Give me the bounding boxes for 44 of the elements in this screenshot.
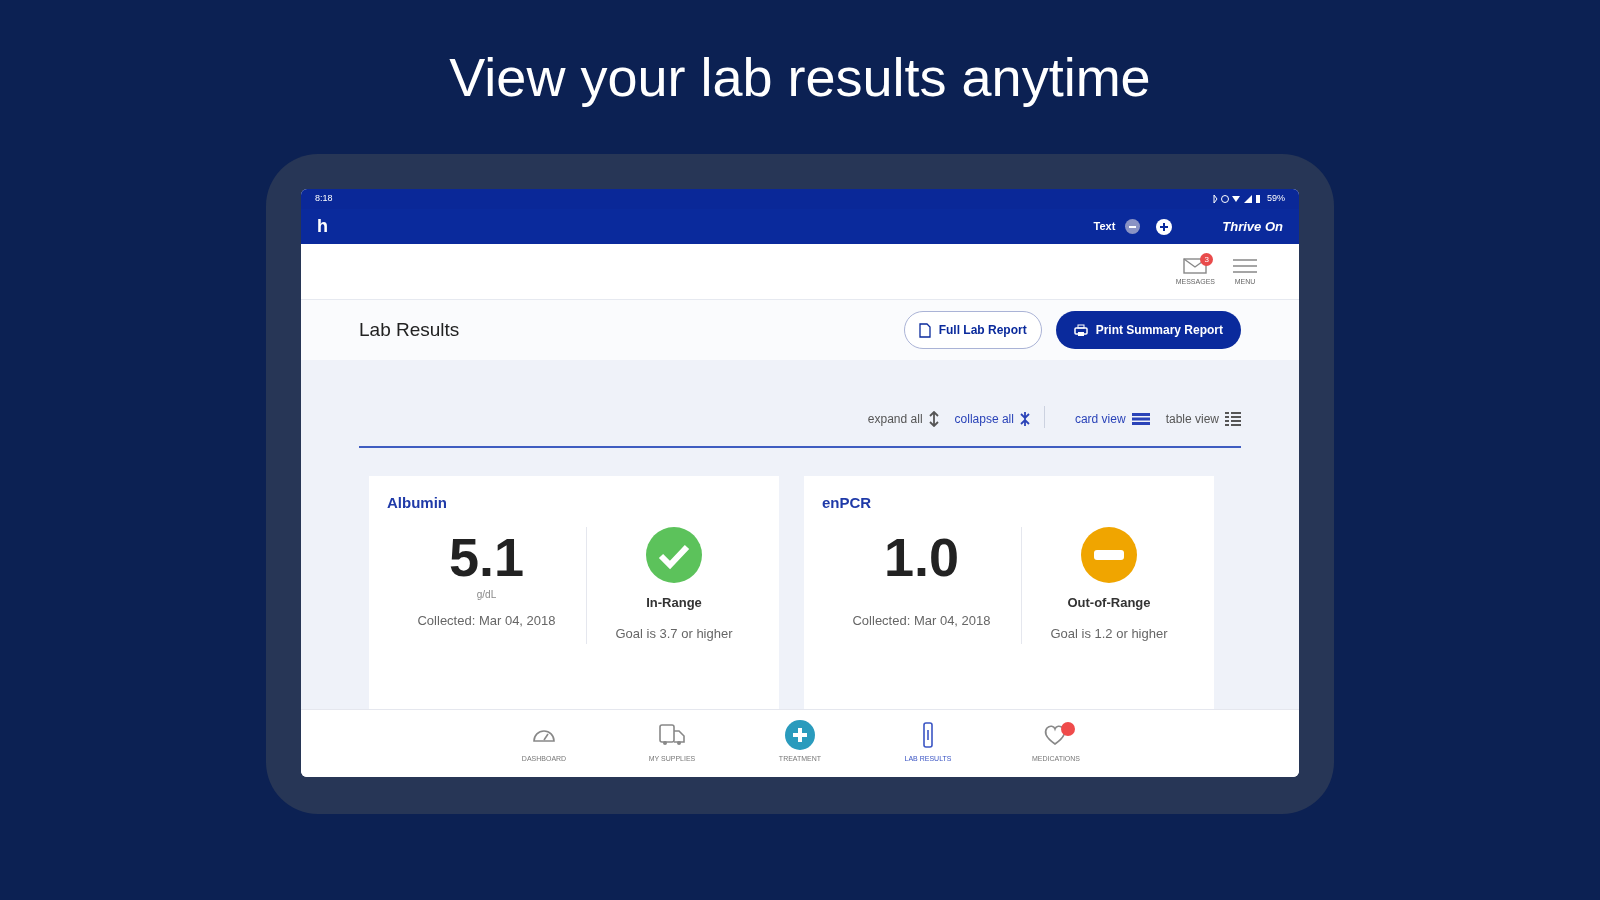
collapse-arrows-icon: [1019, 411, 1030, 427]
brand-logo: Thrive On: [1222, 217, 1283, 236]
logo: h: [317, 215, 328, 238]
range-status: Out-of-Range: [1067, 593, 1151, 612]
list-icon: [1131, 413, 1150, 425]
text-size-label: Text: [1093, 219, 1116, 235]
range-status: In-Range: [646, 593, 702, 612]
lab-report-button[interactable]: Full Lab Report: [903, 311, 1042, 349]
check-circle-icon: [646, 526, 702, 583]
gauge-icon: [532, 728, 556, 742]
goal-text: Goal is 1.2 or higher: [1050, 625, 1168, 643]
printer-icon: [1073, 323, 1088, 337]
result-unit: g/dL: [476, 587, 497, 601]
plus-circle-icon: [785, 720, 815, 750]
minus-circle-icon: [1081, 526, 1137, 583]
view-toggle[interactable]: collapse all: [954, 410, 1030, 428]
test-name[interactable]: enPCR: [822, 492, 1196, 515]
status-icons: [1212, 194, 1262, 204]
minus-icon: [1129, 225, 1137, 228]
view-toggle[interactable]: card view: [1074, 410, 1150, 428]
goal-text: Goal is 3.7 or higher: [615, 625, 733, 643]
table-icon: [1225, 412, 1241, 426]
test-tube-icon: [922, 722, 934, 748]
view-toggle[interactable]: table view: [1165, 410, 1241, 428]
truck-icon: [658, 723, 686, 747]
result-value: 1.0: [883, 526, 960, 587]
document-icon: [918, 322, 931, 338]
expand-arrows-icon: [928, 411, 939, 427]
plus-icon: [1160, 222, 1169, 231]
decrease-text-button[interactable]: [1125, 219, 1141, 234]
test-name[interactable]: Albumin: [387, 492, 761, 515]
view-toggle[interactable]: expand all: [867, 410, 939, 428]
collected-date: Collected: Mar 04, 2018: [417, 611, 556, 630]
collected-date: Collected: Mar 04, 2018: [852, 611, 991, 630]
page-title: Lab Results: [359, 317, 461, 342]
status-time: 8:18: [315, 192, 333, 206]
print-report-button[interactable]: Print Summary Report: [1055, 311, 1241, 349]
result-value: 5.1: [448, 526, 525, 587]
unread-badge: 3: [1200, 253, 1214, 267]
headline: View your lab results anytime: [449, 46, 1151, 109]
battery-percent: 59%: [1267, 192, 1285, 206]
menu-icon: [1233, 258, 1257, 275]
mail-icon: [1183, 258, 1208, 275]
increase-text-button[interactable]: [1156, 218, 1173, 235]
